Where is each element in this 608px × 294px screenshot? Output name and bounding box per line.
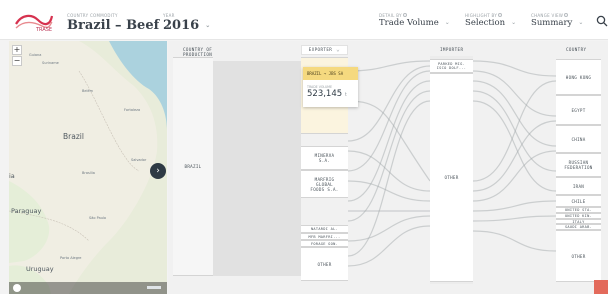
node-country-label: CHILE bbox=[571, 198, 586, 204]
logo-text: TRASE bbox=[36, 27, 53, 33]
column-header-exporter[interactable]: EXPORTER ⌄ bbox=[301, 45, 348, 55]
commodity-selector-value: Brazil – Beef bbox=[67, 18, 160, 33]
node-country-label: ITALY bbox=[572, 219, 585, 224]
top-bar: TRASE COUNTRY COMMODITY Brazil – Beef ⌄ Y… bbox=[0, 0, 608, 40]
node-country-label: HONG KONG bbox=[565, 74, 592, 80]
node-exporter-label: NATARDI AL. bbox=[310, 227, 339, 231]
info-icon[interactable] bbox=[498, 13, 503, 17]
map-label-belem: Belém bbox=[82, 89, 94, 93]
node-production-label: BRAZIL bbox=[184, 164, 202, 169]
column-header-importer-text: IMPORTER bbox=[440, 47, 464, 52]
chevron-down-icon: ⌄ bbox=[511, 19, 517, 26]
flow-tooltip: BRAZIL → JBS SA TRADE VOLUME 523,145 t bbox=[303, 67, 358, 107]
view-selector[interactable]: CHANGE VIEW Summary ⌄ bbox=[531, 13, 583, 28]
node-exporter[interactable]: FORAGE GON. bbox=[301, 240, 348, 247]
node-country-label: SAUDI ARAB. bbox=[564, 225, 593, 229]
column-header-importer: IMPORTER bbox=[440, 47, 463, 52]
column-header-exporter-text: EXPORTER bbox=[308, 47, 333, 52]
search-icon[interactable] bbox=[596, 15, 608, 27]
view-selector-value: Summary bbox=[531, 18, 573, 28]
node-country-label: RUSSIAN FEDERATION bbox=[564, 160, 593, 170]
map-panel[interactable]: Guiana Suriname Belém Fortaleza Brasília… bbox=[9, 41, 167, 294]
chevron-down-icon: ⌄ bbox=[336, 46, 341, 53]
year-selector[interactable]: YEAR 2016 ⌄ bbox=[163, 13, 210, 33]
node-importer-label: OTHER bbox=[444, 175, 459, 180]
zoom-out-button[interactable]: − bbox=[12, 56, 22, 66]
node-country-label: UNITED STA. bbox=[564, 208, 593, 212]
node-exporter-label: MINERVA S.A. bbox=[314, 153, 335, 163]
node-exporter-label: OTHER bbox=[317, 261, 332, 267]
node-importer[interactable]: PARKED MIG. ISCO DOLF... bbox=[430, 59, 473, 73]
map-label-fortaleza: Fortaleza bbox=[124, 108, 141, 112]
chevron-down-icon: ⌄ bbox=[444, 19, 450, 26]
node-exporter-other[interactable]: OTHER bbox=[301, 247, 348, 281]
node-country-label: EGYPT bbox=[571, 107, 586, 113]
node-country[interactable]: IRAN bbox=[556, 177, 601, 195]
map-country-bolivia: ia bbox=[9, 172, 15, 180]
node-importer-other[interactable]: OTHER bbox=[430, 73, 473, 282]
tooltip-unit: t bbox=[344, 92, 347, 98]
column-header-country: COUNTRY bbox=[566, 47, 586, 52]
map-country-paraguay: Paraguay bbox=[11, 207, 42, 215]
highlight-selector[interactable]: HIGHLIGHT BY Selection ⌄ bbox=[465, 13, 516, 28]
node-country[interactable]: CHILE bbox=[556, 195, 601, 207]
sankey-flows bbox=[213, 56, 557, 284]
node-exporter-label: MFB MARFRI... bbox=[308, 234, 341, 239]
node-country[interactable]: CHINA bbox=[556, 125, 601, 153]
tooltip-title: BRAZIL → JBS SA bbox=[303, 67, 358, 80]
node-country-label: OTHER bbox=[571, 253, 586, 259]
map-label-salvador: Salvador bbox=[131, 158, 147, 162]
node-country[interactable]: EGYPT bbox=[556, 95, 601, 125]
tooltip-value: 523,145 bbox=[307, 89, 343, 99]
year-selector-value: 2016 bbox=[163, 18, 200, 33]
node-exporter-label: MARFRIG GLOBAL FOODS S.A. bbox=[310, 176, 339, 192]
node-importer-label: PARKED MIG. ISCO DOLF... bbox=[436, 62, 467, 70]
zoom-in-button[interactable]: + bbox=[12, 45, 22, 55]
node-exporter[interactable]: NATARDI AL. bbox=[301, 225, 348, 233]
map-land bbox=[9, 41, 167, 294]
map-label-sao-paulo: São Paulo bbox=[89, 216, 107, 220]
sankey-panel: COUNTRY OF PRODUCTION EXPORTER ⌄ IMPORTER… bbox=[168, 41, 608, 294]
info-icon[interactable] bbox=[402, 13, 407, 17]
map-scale-bar bbox=[147, 286, 161, 289]
chevron-down-icon: ⌄ bbox=[205, 22, 211, 29]
node-exporter[interactable]: MARFRIG GLOBAL FOODS S.A. bbox=[301, 170, 348, 198]
node-country-label: UNITED KIN. bbox=[564, 214, 593, 218]
feedback-button[interactable] bbox=[594, 280, 608, 294]
map-label-brasilia: Brasília bbox=[82, 171, 95, 175]
column-header-production-text: COUNTRY OF PRODUCTION bbox=[183, 47, 213, 57]
map-country-brazil: Brazil bbox=[63, 132, 84, 141]
node-exporter[interactable]: MFB MARFRI... bbox=[301, 233, 348, 240]
map-country-uruguay: Uruguay bbox=[26, 265, 54, 273]
node-country-other[interactable]: OTHER bbox=[556, 230, 601, 282]
column-header-production: COUNTRY OF PRODUCTION bbox=[183, 47, 212, 57]
map-label-guiana: Guiana bbox=[29, 53, 42, 57]
map-toggle-button[interactable]: › bbox=[150, 163, 166, 179]
node-country[interactable]: RUSSIAN FEDERATION bbox=[556, 153, 601, 177]
node-exporter-label: FORAGE GON. bbox=[310, 241, 339, 246]
node-country-label: IRAN bbox=[572, 183, 585, 189]
map-label-suriname: Suriname bbox=[42, 61, 59, 65]
node-country[interactable]: HONG KONG bbox=[556, 59, 601, 95]
unit-selector[interactable]: DETAIL BY Trade Volume ⌄ bbox=[379, 13, 450, 28]
column-header-country-text: COUNTRY bbox=[566, 47, 587, 52]
chevron-down-icon: ⌄ bbox=[578, 19, 584, 26]
highlight-selector-value: Selection bbox=[465, 18, 506, 28]
layers-icon[interactable] bbox=[13, 284, 21, 292]
info-icon[interactable] bbox=[564, 13, 569, 17]
map-footer bbox=[9, 282, 167, 294]
node-country-label: CHINA bbox=[571, 136, 586, 142]
node-exporter[interactable]: MINERVA S.A. bbox=[301, 146, 348, 170]
commodity-selector[interactable]: COUNTRY COMMODITY Brazil – Beef ⌄ bbox=[67, 13, 170, 33]
node-production[interactable]: BRAZIL bbox=[173, 57, 213, 276]
map-label-porto-alegre: Porto Alegre bbox=[60, 256, 82, 260]
unit-selector-value: Trade Volume bbox=[379, 18, 439, 28]
